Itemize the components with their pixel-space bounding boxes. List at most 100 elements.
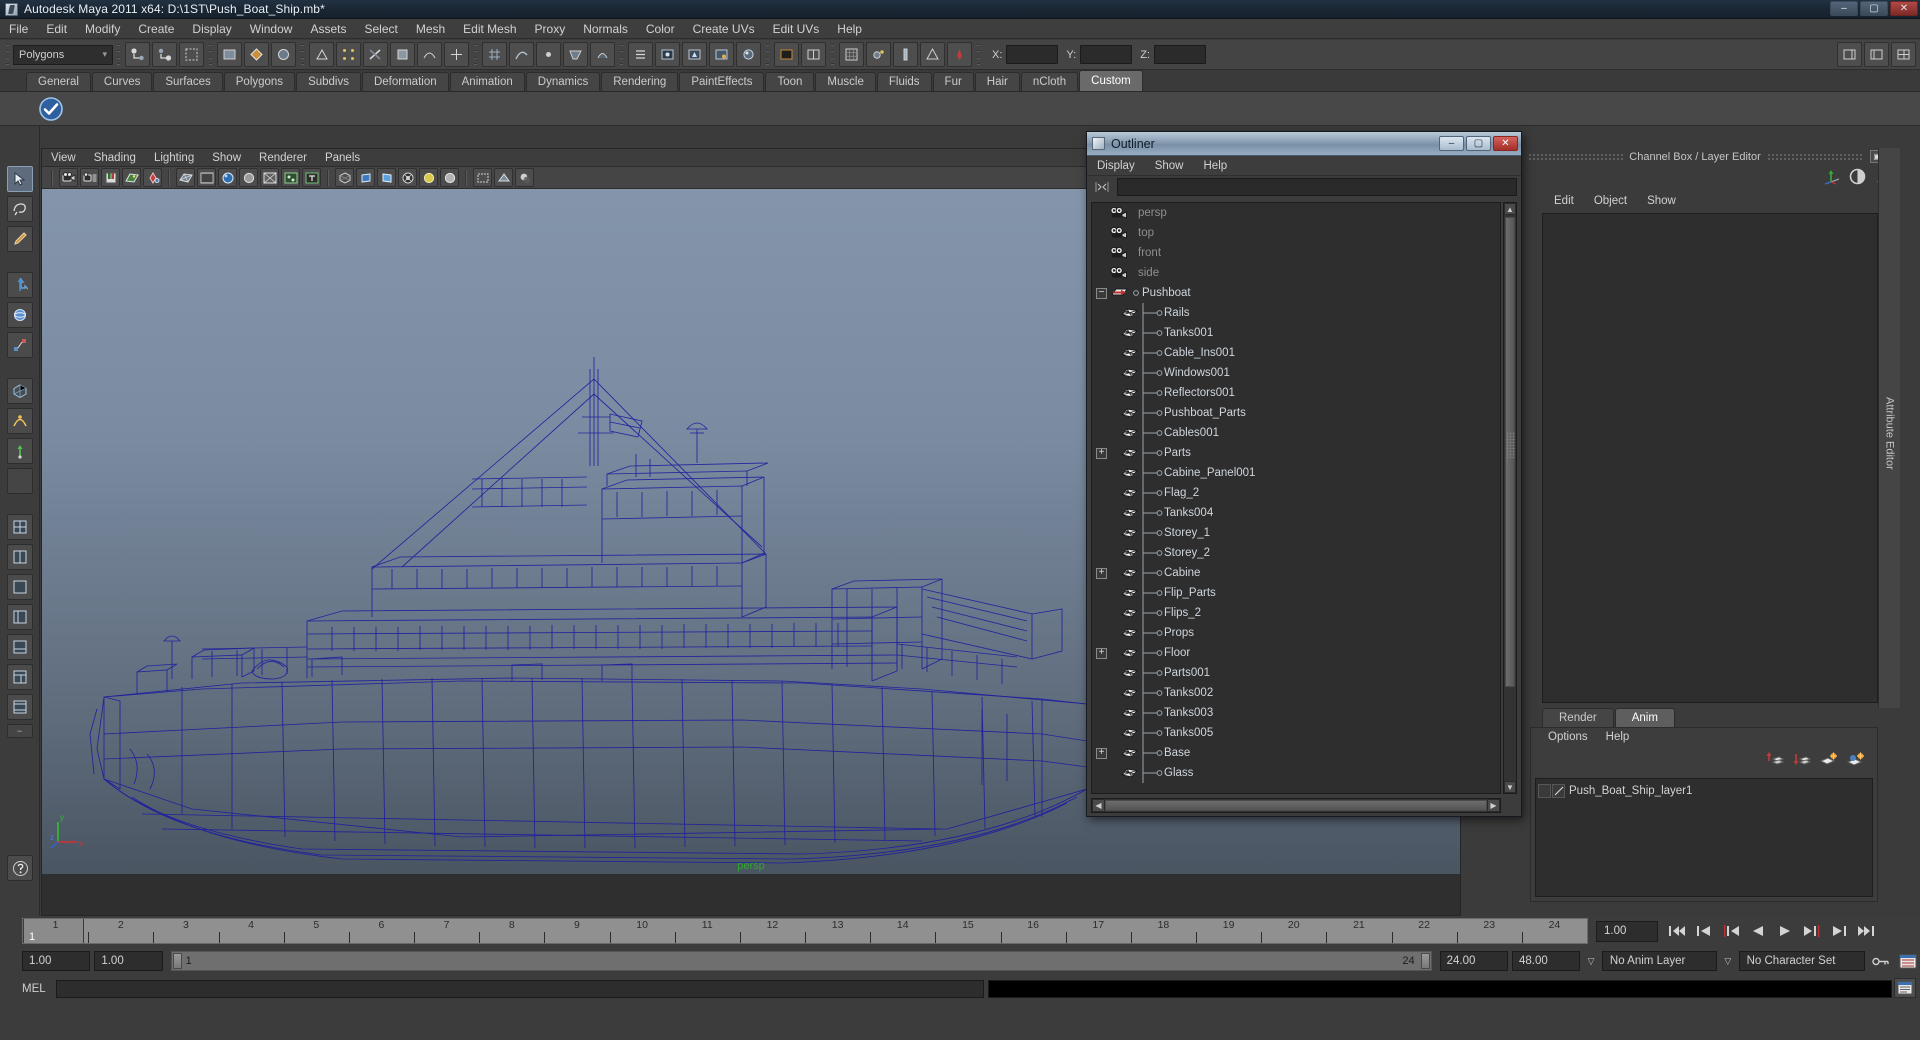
shelf-tab-ncloth[interactable]: nCloth bbox=[1020, 72, 1079, 91]
select-points-icon[interactable] bbox=[336, 42, 361, 67]
selection-mode-dropdown[interactable]: Polygons bbox=[13, 44, 113, 65]
menu-assets[interactable]: Assets bbox=[301, 19, 355, 39]
outliner-item-tanks005[interactable]: Tanks005 bbox=[1092, 723, 1500, 743]
outliner-item-flip_parts[interactable]: Flip_Parts bbox=[1092, 583, 1500, 603]
expand-toggle-icon[interactable]: + bbox=[1096, 447, 1107, 459]
channel-menu-show[interactable]: Show bbox=[1637, 191, 1686, 211]
maximize-button[interactable]: ▢ bbox=[1860, 1, 1888, 16]
menu-file[interactable]: File bbox=[0, 19, 37, 39]
shelf-tab-fluids[interactable]: Fluids bbox=[876, 72, 932, 91]
shelf-tab-toon[interactable]: Toon bbox=[765, 72, 815, 91]
outliner-item-parts[interactable]: + Parts bbox=[1092, 443, 1500, 463]
blue-check-circle-icon[interactable] bbox=[36, 94, 66, 124]
two-sided-lighting-icon[interactable] bbox=[494, 168, 513, 187]
persp-outliner-layout-icon[interactable] bbox=[6, 604, 33, 630]
menu-modify[interactable]: Modify bbox=[76, 19, 129, 39]
xray-joints-icon[interactable] bbox=[281, 168, 300, 187]
range-max-handle[interactable] bbox=[1420, 953, 1430, 969]
safe-action-icon[interactable] bbox=[419, 168, 438, 187]
chevron-down-icon[interactable]: ▽ bbox=[1584, 951, 1598, 971]
outliner-item-flag_2[interactable]: Flag_2 bbox=[1092, 483, 1500, 503]
layer-playback-toggle[interactable] bbox=[1552, 784, 1565, 798]
move-layer-down-icon[interactable] bbox=[1793, 751, 1812, 770]
menu-edit-mesh[interactable]: Edit Mesh bbox=[454, 19, 525, 39]
layer-row[interactable]: Push_Boat_Ship_layer1 bbox=[1536, 782, 1872, 800]
image-plane-icon[interactable] bbox=[122, 168, 141, 187]
layer-menu-help[interactable]: Help bbox=[1597, 728, 1639, 747]
play-backwards-icon[interactable] bbox=[1745, 920, 1770, 942]
field-chart-icon[interactable] bbox=[398, 168, 417, 187]
lasso-tool-icon[interactable] bbox=[6, 196, 33, 222]
outliner-tree-list[interactable]: persp top front side − Pushboat Rails Tanks001 C… bbox=[1091, 202, 1501, 794]
menu-select[interactable]: Select bbox=[355, 19, 406, 39]
menu-proxy[interactable]: Proxy bbox=[526, 19, 575, 39]
expand-toggle-icon[interactable]: + bbox=[1096, 647, 1107, 659]
hypershade-render-icon[interactable] bbox=[736, 42, 761, 67]
scroll-left-icon[interactable]: ◀ bbox=[1092, 799, 1105, 812]
outliner-item-rails[interactable]: Rails bbox=[1092, 303, 1500, 323]
close-button[interactable]: ✕ bbox=[1890, 1, 1918, 16]
z-coordinate-field[interactable] bbox=[1153, 45, 1206, 64]
channel-menu-edit[interactable]: Edit bbox=[1544, 191, 1584, 211]
chevron-down-icon[interactable]: ▽ bbox=[1721, 951, 1735, 971]
go-to-start-icon[interactable] bbox=[1664, 920, 1689, 942]
shelf-tab-rendering[interactable]: Rendering bbox=[601, 72, 679, 91]
select-by-hierarchy-root-icon[interactable] bbox=[125, 42, 150, 67]
resolution-gate-icon[interactable] bbox=[377, 168, 396, 187]
panel-menu-show[interactable]: Show bbox=[203, 149, 250, 167]
outliner-horizontal-scrollbar[interactable]: ◀ ▶ bbox=[1091, 798, 1501, 813]
snap-to-curve-icon[interactable] bbox=[509, 42, 534, 67]
persp-uv-layout-icon[interactable] bbox=[6, 694, 33, 720]
shelf-tab-muscle[interactable]: Muscle bbox=[815, 72, 876, 91]
shelf-tab-general[interactable]: General bbox=[26, 72, 91, 91]
outliner-item-pushboat_parts[interactable]: Pushboat_Parts bbox=[1092, 403, 1500, 423]
shelf-tab-subdivs[interactable]: Subdivs bbox=[296, 72, 361, 91]
move-layer-up-icon[interactable] bbox=[1766, 751, 1785, 770]
safe-title-icon[interactable] bbox=[440, 168, 459, 187]
shelf-tab-dynamics[interactable]: Dynamics bbox=[525, 72, 601, 91]
outliner-item-persp[interactable]: persp bbox=[1092, 203, 1500, 223]
menu-help[interactable]: Help bbox=[828, 19, 871, 39]
animation-start-time-field[interactable]: 1.00 bbox=[22, 951, 91, 971]
two-pane-side-layout-icon[interactable] bbox=[6, 544, 33, 570]
outliner-item-glass[interactable]: Glass bbox=[1092, 763, 1500, 783]
hypergraph-icon[interactable] bbox=[839, 42, 864, 67]
outliner-item-cables001[interactable]: Cables001 bbox=[1092, 423, 1500, 443]
animation-end-time-field[interactable]: 48.00 bbox=[1511, 951, 1581, 971]
last-tool-used-icon[interactable] bbox=[6, 468, 33, 494]
outliner-item-pushboat[interactable]: − Pushboat bbox=[1092, 283, 1500, 303]
command-line-input[interactable] bbox=[55, 980, 984, 998]
film-gate-icon[interactable] bbox=[356, 168, 375, 187]
panel-menu-panels[interactable]: Panels bbox=[316, 149, 369, 167]
select-by-render-type-icon[interactable] bbox=[271, 42, 296, 67]
go-to-end-icon[interactable] bbox=[1853, 920, 1878, 942]
time-slider[interactable]: 1 1 2 3 4 5 6 7 8 9 10 11 12 13 14 15 16 17 18 19 20 21 22 23 2… bbox=[22, 918, 1588, 944]
step-back-frame-icon[interactable] bbox=[1691, 920, 1716, 942]
show-hide-modeling-toolkit-icon[interactable] bbox=[1837, 42, 1862, 67]
open-render-view-icon[interactable] bbox=[774, 42, 799, 67]
select-tool-icon[interactable] bbox=[6, 166, 33, 192]
outliner-item-cable_ins001[interactable]: Cable_Ins001 bbox=[1092, 343, 1500, 363]
wireframe-icon[interactable] bbox=[176, 168, 195, 187]
anim-layer-field[interactable]: No Anim Layer bbox=[1601, 951, 1717, 971]
play-forwards-icon[interactable] bbox=[1772, 920, 1797, 942]
layer-visibility-toggle[interactable] bbox=[1538, 784, 1551, 798]
sidebar-tab-attribute-editor[interactable]: Attribute Editor bbox=[1878, 348, 1900, 518]
menu-edit[interactable]: Edit bbox=[37, 19, 76, 39]
paint-selection-tool-icon[interactable] bbox=[6, 226, 33, 252]
outliner-item-tanks002[interactable]: Tanks002 bbox=[1092, 683, 1500, 703]
panel-menu-view[interactable]: View bbox=[42, 149, 85, 167]
select-pivots-icon[interactable] bbox=[444, 42, 469, 67]
snap-to-live-surface-icon[interactable] bbox=[590, 42, 615, 67]
xray-icon[interactable] bbox=[260, 168, 279, 187]
expand-toggle-icon[interactable]: + bbox=[1096, 567, 1107, 579]
shelf-tab-painteffects[interactable]: PaintEffects bbox=[679, 72, 765, 91]
menu-normals[interactable]: Normals bbox=[574, 19, 637, 39]
outliner-title-bar[interactable]: Outliner – ▢ ✕ bbox=[1087, 132, 1521, 156]
layer-tab-anim[interactable]: Anim bbox=[1614, 708, 1675, 727]
relationship-editor-icon[interactable] bbox=[920, 42, 945, 67]
search-filter-icon[interactable] bbox=[1091, 178, 1113, 196]
outliner-item-storey_2[interactable]: Storey_2 bbox=[1092, 543, 1500, 563]
bookmark-icon[interactable] bbox=[101, 168, 120, 187]
text-display-icon[interactable] bbox=[302, 168, 321, 187]
